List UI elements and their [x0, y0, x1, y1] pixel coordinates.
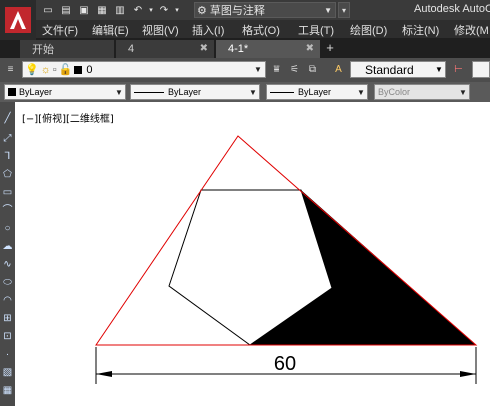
app-title: Autodesk AutoC	[414, 3, 490, 15]
menu-file[interactable]: 文件(F)	[42, 22, 78, 38]
dimension-text: 60	[274, 353, 296, 375]
quick-access-toolbar: ▭ ▤ ▣ ▦ ▥ ↶ ▾ ↷ ▾	[40, 2, 182, 18]
customize-quick-access-button[interactable]: ▾	[338, 2, 350, 18]
color-value: ByLayer	[19, 87, 53, 97]
menu-insert[interactable]: 插入(I)	[192, 22, 224, 38]
tab-label: 4	[128, 43, 135, 55]
make-current-layer-icon[interactable]: ⩸	[270, 63, 283, 76]
layer-properties-icon[interactable]: ≡	[4, 63, 17, 76]
linetype-preview	[134, 91, 164, 93]
tab-4[interactable]: 4 ✖	[116, 40, 214, 58]
dimension-arrow-left	[96, 371, 112, 377]
layer-color-swatch	[74, 65, 83, 74]
menu-edit[interactable]: 编辑(E)	[92, 22, 129, 38]
chevron-down-icon: ▼	[324, 5, 332, 15]
viewport-freeze-icon: ▫	[52, 63, 57, 76]
dimension-style-icon[interactable]: ⊢	[452, 63, 465, 76]
redo-icon[interactable]: ↷	[156, 3, 172, 17]
color-swatch	[8, 88, 16, 96]
layer-previous-icon[interactable]: ⧉	[306, 63, 319, 76]
lock-icon: 🔓	[58, 64, 73, 76]
lineweight-dropdown[interactable]: ByLayer ▼	[266, 84, 368, 100]
text-style-icon[interactable]: A	[332, 63, 345, 76]
chevron-down-icon: ▼	[435, 65, 443, 74]
circle-icon[interactable]: ○	[1, 222, 14, 235]
spline-icon[interactable]: ∿	[1, 258, 14, 271]
menu-format[interactable]: 格式(O)	[242, 22, 280, 38]
chevron-down-icon: ▼	[357, 87, 365, 97]
menu-dimension[interactable]: 标注(N)	[402, 22, 439, 38]
redo-dropdown-icon[interactable]: ▾	[174, 3, 180, 17]
make-block-icon[interactable]: ⊡	[1, 330, 14, 343]
tab-4-1[interactable]: 4-1* ✖	[216, 40, 320, 58]
file-tab-bar: 开始 4 ✖ 4-1* ✖ +	[0, 38, 490, 58]
polyline-icon[interactable]: ⅂	[1, 150, 14, 163]
draw-toolbar: ╱ ⤢ ⅂ ⬠ ▭ ⌒ ○ ☁ ∿ ⬭ ◠ ⊞ ⊡ · ▧ ▦	[0, 102, 15, 406]
linetype-dropdown[interactable]: ByLayer ▼	[130, 84, 260, 100]
workspace-label: 草图与注释	[209, 5, 265, 17]
dimension-style-dropdown[interactable]	[472, 61, 490, 78]
gradient-icon[interactable]: ▦	[1, 384, 14, 397]
undo-dropdown-icon[interactable]: ▾	[148, 3, 154, 17]
menu-bar: 文件(F) 编辑(E) 视图(V) 插入(I) 格式(O) 工具(T) 绘图(D…	[36, 20, 490, 38]
plot-icon[interactable]: ▥	[112, 3, 128, 17]
close-icon[interactable]: ✖	[306, 43, 314, 54]
drawing-area[interactable]: [−][俯视][二维线框] 60	[15, 102, 490, 406]
properties-toolbar: ByLayer ▼ ByLayer ▼ ByLayer ▼ ByColor ▼	[0, 82, 490, 102]
chevron-down-icon: ▼	[249, 87, 257, 97]
menu-view[interactable]: 视图(V)	[142, 22, 179, 38]
layer-toolbar: ≡ 💡 ☼ ▫ 🔓 0 ▼ ⩸ ⚟ ⧉ A Standard ▼ ⊢	[0, 58, 490, 82]
ellipse-arc-icon[interactable]: ◠	[1, 294, 14, 307]
text-style-value: Standard	[365, 62, 414, 77]
layer-dropdown[interactable]: 💡 ☼ ▫ 🔓 0 ▼	[22, 61, 266, 78]
autocad-logo-icon	[5, 7, 31, 33]
lightbulb-icon: 💡	[25, 64, 39, 76]
arc-icon[interactable]: ⌒	[1, 204, 14, 217]
save-icon[interactable]: ▣	[76, 3, 92, 17]
undo-icon[interactable]: ↶	[130, 3, 146, 17]
linetype-value: ByLayer	[168, 87, 202, 97]
sun-icon: ☼	[40, 63, 51, 76]
menu-draw[interactable]: 绘图(D)	[350, 22, 387, 38]
drawing-svg: 60	[95, 135, 478, 384]
revision-cloud-icon[interactable]: ☁	[1, 240, 14, 253]
close-icon[interactable]: ✖	[200, 43, 208, 54]
new-tab-button[interactable]: +	[323, 41, 337, 56]
polygon-icon[interactable]: ⬠	[1, 168, 14, 181]
rectangle-icon[interactable]: ▭	[1, 186, 14, 199]
point-icon[interactable]: ·	[1, 348, 14, 361]
title-bar: ▭ ▤ ▣ ▦ ▥ ↶ ▾ ↷ ▾ ⚙ 草图与注释 ▼ ▾ Autodesk A…	[0, 0, 490, 40]
ellipse-icon[interactable]: ⬭	[1, 276, 14, 289]
plot-style-dropdown: ByColor ▼	[374, 84, 470, 100]
lineweight-value: ByLayer	[298, 87, 332, 97]
tab-label: 开始	[32, 44, 54, 56]
construction-line-icon[interactable]: ⤢	[1, 132, 14, 145]
line-tool-icon[interactable]: ╱	[1, 112, 14, 125]
text-style-dropdown[interactable]: Standard ▼	[350, 61, 446, 78]
layer-match-icon[interactable]: ⚟	[288, 63, 301, 76]
workspace-switcher[interactable]: ⚙ 草图与注释 ▼	[194, 2, 336, 18]
chevron-down-icon: ▼	[115, 87, 123, 97]
save-as-icon[interactable]: ▦	[94, 3, 110, 17]
dimension-arrow-right	[460, 371, 476, 377]
lineweight-preview	[270, 91, 294, 93]
chevron-down-icon: ▼	[459, 87, 467, 97]
application-menu-button[interactable]	[0, 0, 36, 40]
color-dropdown[interactable]: ByLayer ▼	[4, 84, 126, 100]
chevron-down-icon: ▼	[254, 65, 262, 74]
open-file-icon[interactable]: ▤	[58, 3, 74, 17]
insert-block-icon[interactable]: ⊞	[1, 312, 14, 325]
plot-style-value: ByColor	[378, 87, 411, 97]
gear-icon: ⚙	[197, 4, 207, 17]
new-file-icon[interactable]: ▭	[40, 3, 56, 17]
menu-modify[interactable]: 修改(M	[454, 22, 489, 38]
hatch-icon[interactable]: ▧	[1, 366, 14, 379]
menu-tools[interactable]: 工具(T)	[298, 22, 334, 38]
current-layer-name: 0	[86, 63, 93, 76]
tab-label: 4-1*	[228, 43, 249, 55]
tab-start[interactable]: 开始	[20, 40, 114, 58]
